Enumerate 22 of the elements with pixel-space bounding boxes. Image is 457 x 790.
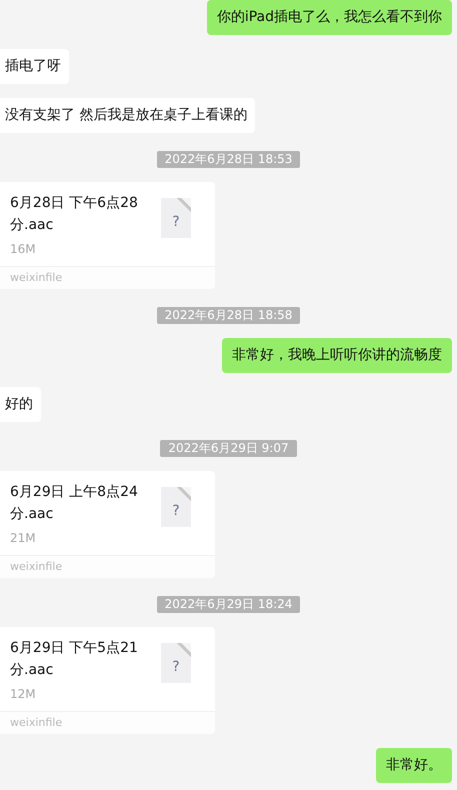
file-name: 6月29日 上午8点24分.aac (10, 483, 139, 524)
sent-message-bubble: 非常好。 (376, 748, 452, 783)
file-message-card[interactable]: 6月28日 下午6点28分.aac 16M ? weixinfile (0, 182, 215, 289)
sent-message-bubble: 非常好，我晚上听听你讲的流畅度 (222, 338, 452, 373)
file-size: 16M (10, 241, 37, 258)
file-size: 12M (10, 686, 37, 703)
timestamp-label: 2022年6月29日 18:24 (156, 596, 300, 613)
timestamp-label: 2022年6月28日 18:53 (156, 151, 300, 168)
received-message-bubble: 好的 (0, 387, 41, 422)
unknown-file-icon: ? (161, 643, 191, 683)
file-name: 6月29日 下午5点21分.aac (10, 639, 139, 680)
sent-message-bubble: 你的iPad插电了么，我怎么看不到你 (206, 0, 452, 35)
unknown-file-icon: ? (161, 198, 191, 238)
unknown-file-icon: ? (161, 487, 191, 527)
received-message-bubble: 没有支架了 然后我是放在桌子上看课的 (0, 98, 256, 133)
received-message-bubble: 插电了呀 (0, 49, 69, 84)
file-message-card[interactable]: 6月29日 上午8点24分.aac 21M ? weixinfile (0, 471, 215, 578)
file-size: 21M (10, 530, 37, 547)
timestamp-label: 2022年6月29日 9:07 (160, 440, 297, 457)
timestamp-label: 2022年6月28日 18:58 (156, 307, 300, 324)
file-message-card[interactable]: 6月29日 下午5点21分.aac 12M ? weixinfile (0, 627, 215, 734)
file-name: 6月28日 下午6点28分.aac (10, 194, 139, 235)
